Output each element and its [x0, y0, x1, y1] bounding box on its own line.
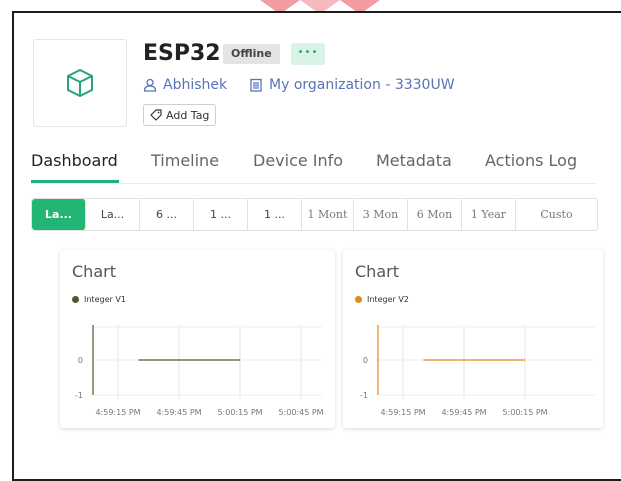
chart-title: Chart	[72, 262, 116, 281]
legend-label: Integer V2	[367, 295, 409, 304]
range-button[interactable]: La...	[32, 199, 86, 230]
y-tick-label: -1	[360, 391, 368, 400]
legend-marker	[355, 296, 362, 303]
y-tick-label: -1	[75, 391, 83, 400]
tab-actions-log[interactable]: Actions Log	[485, 151, 577, 170]
range-button[interactable]: 1 ...	[194, 199, 248, 230]
device-name: ESP32	[143, 41, 221, 66]
range-button[interactable]: 1 ...	[248, 199, 302, 230]
legend-marker	[72, 296, 79, 303]
chart-widget-v1: Chart Integer V1 4:59:15 PM 4:59:45 PM 5:0…	[60, 250, 335, 428]
range-button[interactable]: 1 Year	[462, 199, 516, 230]
tab-metadata[interactable]: Metadata	[376, 151, 452, 170]
status-badge: Offline	[223, 44, 280, 64]
legend-label: Integer V1	[84, 295, 126, 304]
chart-legend: Integer V2	[355, 295, 409, 304]
range-button[interactable]: 1 Mont	[302, 199, 354, 230]
building-icon	[250, 78, 262, 92]
x-tick-label: 4:59:15 PM	[380, 408, 425, 417]
x-tick-label: 5:00:45 PM	[278, 408, 323, 417]
more-options-button[interactable]: •••	[291, 43, 325, 65]
x-tick-label: 4:59:15 PM	[95, 408, 140, 417]
x-tick-label: 5:00:15 PM	[217, 408, 262, 417]
active-tab-indicator	[31, 180, 119, 183]
cube-icon	[67, 69, 93, 97]
chart-plot: 4:59:15 PM 4:59:45 PM 5:00:15 PM 5:00:45 PM…	[75, 325, 324, 417]
user-icon	[143, 78, 157, 92]
tag-icon	[150, 109, 162, 121]
range-button[interactable]: 3 Mon	[354, 199, 408, 230]
tab-dashboard[interactable]: Dashboard	[31, 151, 118, 170]
tab-device-info[interactable]: Device Info	[253, 151, 343, 170]
chart-legend: Integer V1	[72, 295, 126, 304]
organization-link[interactable]: My organization - 3330UW	[249, 77, 455, 93]
y-tick-label: 0	[78, 356, 83, 365]
x-tick-label: 5:00:15 PM	[502, 408, 547, 417]
x-tick-label: 4:59:45 PM	[156, 408, 201, 417]
range-button[interactable]: La...	[86, 199, 140, 230]
organization-name: My organization - 3330UW	[269, 77, 455, 93]
y-tick-label: 0	[363, 356, 368, 365]
time-range-selector: La... La... 6 ... 1 ... 1 ... 1 Mont 3 M…	[31, 198, 598, 231]
range-button[interactable]: Custo	[516, 199, 597, 230]
add-tag-button[interactable]: Add Tag	[143, 104, 217, 126]
owner-link[interactable]: Abhishek	[143, 77, 227, 93]
chart-widget-v2: Chart Integer V2 4:59:15 PM 4:59:45 PM 5:0…	[343, 250, 603, 428]
owner-name: Abhishek	[163, 77, 228, 93]
tab-timeline[interactable]: Timeline	[151, 151, 219, 170]
chart-title: Chart	[355, 262, 399, 281]
device-image	[33, 39, 127, 127]
add-tag-label: Add Tag	[166, 108, 210, 122]
range-button[interactable]: 6 Mon	[408, 199, 462, 230]
x-tick-label: 4:59:45 PM	[441, 408, 486, 417]
range-button[interactable]: 6 ...	[140, 199, 194, 230]
chart-plot: 4:59:15 PM 4:59:45 PM 5:00:15 PM 0 -1	[360, 325, 595, 417]
